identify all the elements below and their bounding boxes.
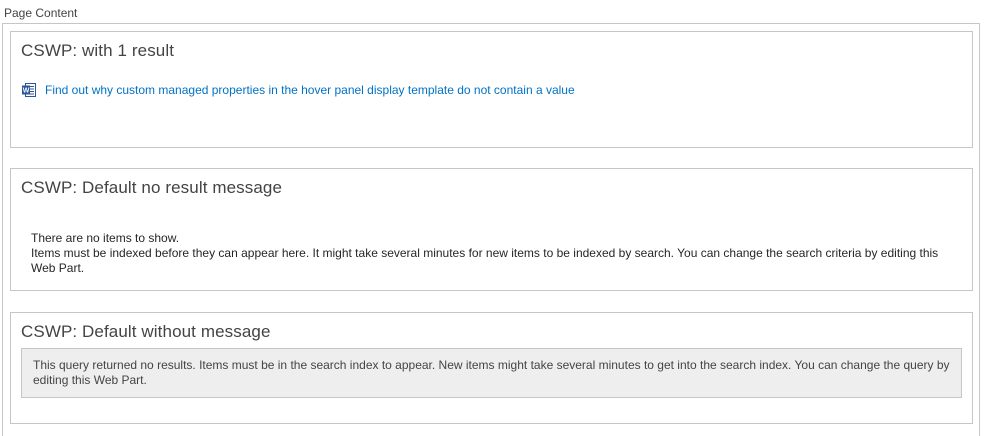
zone-label: Page Content <box>4 6 78 20</box>
webpart-title: CSWP: Default without message <box>21 322 271 341</box>
webpart-default-no-result-message: CSWP: Default no result message There ar… <box>10 168 973 291</box>
svg-text:W: W <box>23 88 30 95</box>
webpart-title: CSWP: Default no result message <box>21 178 283 197</box>
word-document-icon: W <box>21 82 37 98</box>
result-title-link[interactable]: Find out why custom managed properties i… <box>45 82 575 98</box>
webpart-with-1-result: CSWP: with 1 result W Find out why custo… <box>10 31 973 148</box>
webpart-default-without-message: CSWP: Default without message This query… <box>10 312 973 424</box>
no-result-message: There are no items to show. Items must b… <box>31 231 961 276</box>
no-results-message-box: This query returned no results. Items mu… <box>21 348 962 398</box>
webpart-title: CSWP: with 1 result <box>21 41 175 60</box>
search-result-item[interactable]: W Find out why custom managed properties… <box>21 81 575 99</box>
page-content-page: Page Content CSWP: with 1 result W Find … <box>0 0 987 436</box>
no-items-text: There are no items to show. <box>31 231 180 245</box>
indexing-hint-text: Items must be indexed before they can ap… <box>31 246 939 275</box>
